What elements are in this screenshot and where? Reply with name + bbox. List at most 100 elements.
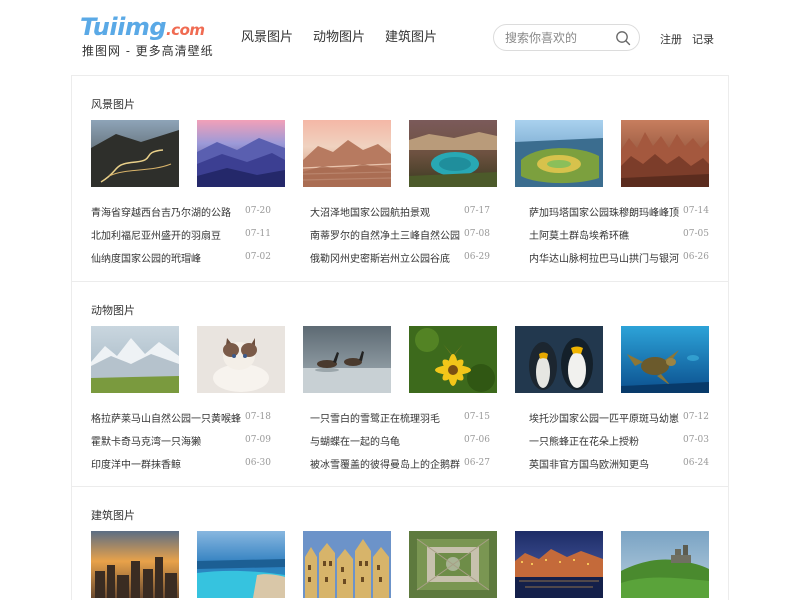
thumb-row (91, 531, 709, 598)
news-item[interactable]: 北加利福尼亚州盛开的羽扇豆 07-11 (91, 226, 271, 242)
news-date: 06-27 (464, 458, 490, 468)
news-item[interactable]: 仙纳度国家公园的玳瑁峰 07-02 (91, 249, 271, 265)
photo-thumbnail[interactable] (197, 326, 285, 393)
news-date: 07-09 (245, 435, 271, 445)
thumb-row (91, 326, 709, 393)
section-title[interactable]: 动物图片 (91, 302, 135, 318)
news-title[interactable]: 埃托沙国家公园一匹平原斑马幼崽 (529, 410, 679, 425)
news-date: 07-02 (245, 252, 271, 262)
news-item[interactable]: 土阿莫土群岛埃希环礁 07-05 (529, 226, 709, 242)
news-title[interactable]: 俄勒冈州史密斯岩州立公园谷底 (310, 250, 450, 265)
photo-thumbnail[interactable] (409, 326, 497, 393)
news-title[interactable]: 霍默卡奇马克湾一只海獭 (91, 433, 201, 448)
news-title[interactable]: 北加利福尼亚州盛开的羽扇豆 (91, 227, 221, 242)
section-scenery: 风景图片 青海省穿越西台吉乃尔湖的公路 07-20 大沼泽地国家公园航拍景观 0… (72, 76, 728, 281)
news-title[interactable]: 萨加玛塔国家公园珠穆朗玛峰峰顶 (529, 204, 679, 219)
photo-thumbnail[interactable] (91, 326, 179, 393)
news-title[interactable]: 内华达山脉柯拉巴马山拱门与银河 (529, 250, 679, 265)
news-item[interactable]: 一只雪白的雪鹭正在梳理羽毛 07-15 (310, 409, 490, 425)
site-logo[interactable]: Tuiimg.com 推图网 - 更多高清壁纸 (80, 13, 213, 61)
auth-links: 注册 记录 (660, 31, 714, 47)
news-date: 07-08 (464, 229, 490, 239)
nav-item-scenery[interactable]: 风景图片 (241, 29, 293, 45)
nav-item-architecture[interactable]: 建筑图片 (385, 29, 437, 45)
section-title[interactable]: 建筑图片 (91, 507, 135, 523)
photo-thumbnail[interactable] (303, 531, 391, 598)
news-title[interactable]: 与蝴蝶在一起的乌龟 (310, 433, 400, 448)
news-title[interactable]: 印度洋中一群抹香鲸 (91, 456, 181, 471)
news-title[interactable]: 被冰雪覆盖的彼得曼岛上的企鹅群 (310, 456, 460, 471)
logo-wordmark: Tuiimg.com (80, 13, 205, 41)
news-title[interactable]: 土阿莫土群岛埃希环礁 (529, 227, 629, 242)
news-item[interactable]: 英国非官方国鸟欧洲知更鸟 06-24 (529, 455, 709, 471)
login-link[interactable]: 记录 (692, 31, 714, 47)
news-title[interactable]: 大沼泽地国家公园航拍景观 (310, 204, 430, 219)
news-date: 07-05 (683, 229, 709, 239)
search-icon[interactable] (615, 30, 631, 46)
news-item[interactable]: 印度洋中一群抹香鲸 06-30 (91, 455, 271, 471)
news-item[interactable]: 内华达山脉柯拉巴马山拱门与银河 06-26 (529, 249, 709, 265)
photo-thumbnail[interactable] (197, 120, 285, 187)
photo-thumbnail[interactable] (515, 531, 603, 598)
news-date: 07-20 (245, 206, 271, 216)
news-date: 06-30 (245, 458, 271, 468)
photo-thumbnail[interactable] (91, 531, 179, 598)
news-date: 07-03 (683, 435, 709, 445)
site-header: Tuiimg.com 推图网 - 更多高清壁纸 风景图片 动物图片 建筑图片 注… (0, 0, 800, 75)
logo-suffix-text: .com (166, 21, 205, 39)
news-item[interactable]: 大沼泽地国家公园航拍景观 07-17 (310, 203, 490, 219)
photo-thumbnail[interactable] (515, 326, 603, 393)
news-date: 06-26 (683, 252, 709, 262)
news-date: 07-18 (245, 412, 271, 422)
main-nav: 风景图片 动物图片 建筑图片 (241, 29, 437, 45)
news-date: 06-29 (464, 252, 490, 262)
news-item[interactable]: 被冰雪覆盖的彼得曼岛上的企鹅群 06-27 (310, 455, 490, 471)
news-item[interactable]: 萨加玛塔国家公园珠穆朗玛峰峰顶 07-14 (529, 203, 709, 219)
search-box (493, 24, 640, 51)
section-architecture: 建筑图片 (72, 486, 728, 600)
news-item[interactable]: 埃托沙国家公园一匹平原斑马幼崽 07-12 (529, 409, 709, 425)
section-animals: 动物图片 格拉萨莱马山自然公园一只黄喉蜂虎 07-18 一只雪白的雪鹭正在梳理羽… (72, 281, 728, 486)
logo-main-text: Tuiimg (80, 13, 167, 41)
news-item[interactable]: 与蝴蝶在一起的乌龟 07-06 (310, 432, 490, 448)
photo-thumbnail[interactable] (621, 120, 709, 187)
news-date: 07-17 (464, 206, 490, 216)
news-item[interactable]: 格拉萨莱马山自然公园一只黄喉蜂虎 07-18 (91, 409, 271, 425)
news-title[interactable]: 格拉萨莱马山自然公园一只黄喉蜂虎 (91, 410, 241, 425)
news-title[interactable]: 仙纳度国家公园的玳瑁峰 (91, 250, 201, 265)
photo-thumbnail[interactable] (409, 531, 497, 598)
news-title[interactable]: 一只熊蜂正在花朵上授粉 (529, 433, 639, 448)
content-panel: 风景图片 青海省穿越西台吉乃尔湖的公路 07-20 大沼泽地国家公园航拍景观 0… (71, 75, 729, 600)
news-date: 07-14 (683, 206, 709, 216)
photo-thumbnail[interactable] (621, 326, 709, 393)
news-date: 07-15 (464, 412, 490, 422)
photo-thumbnail[interactable] (197, 531, 285, 598)
nav-item-animals[interactable]: 动物图片 (313, 29, 365, 45)
news-title[interactable]: 英国非官方国鸟欧洲知更鸟 (529, 456, 649, 471)
register-link[interactable]: 注册 (660, 31, 682, 47)
news-date: 07-12 (683, 412, 709, 422)
section-title[interactable]: 风景图片 (91, 96, 135, 112)
photo-thumbnail[interactable] (409, 120, 497, 187)
news-item[interactable]: 一只熊蜂正在花朵上授粉 07-03 (529, 432, 709, 448)
photo-thumbnail[interactable] (91, 120, 179, 187)
news-title[interactable]: 一只雪白的雪鹭正在梳理羽毛 (310, 410, 440, 425)
news-title[interactable]: 青海省穿越西台吉乃尔湖的公路 (91, 204, 231, 219)
photo-thumbnail[interactable] (515, 120, 603, 187)
news-item[interactable]: 俄勒冈州史密斯岩州立公园谷底 06-29 (310, 249, 490, 265)
photo-thumbnail[interactable] (621, 531, 709, 598)
news-date: 07-06 (464, 435, 490, 445)
news-item[interactable]: 青海省穿越西台吉乃尔湖的公路 07-20 (91, 203, 271, 219)
search-input[interactable] (505, 30, 610, 46)
photo-thumbnail[interactable] (303, 326, 391, 393)
news-list: 格拉萨莱马山自然公园一只黄喉蜂虎 07-18 一只雪白的雪鹭正在梳理羽毛 07-15… (91, 409, 711, 471)
news-title[interactable]: 南蒂罗尔的自然净土三峰自然公园 (310, 227, 460, 242)
photo-thumbnail[interactable] (303, 120, 391, 187)
news-list: 青海省穿越西台吉乃尔湖的公路 07-20 大沼泽地国家公园航拍景观 07-17 萨加… (91, 203, 711, 265)
news-date: 06-24 (683, 458, 709, 468)
news-date: 07-11 (245, 229, 271, 239)
news-item[interactable]: 霍默卡奇马克湾一只海獭 07-09 (91, 432, 271, 448)
news-item[interactable]: 南蒂罗尔的自然净土三峰自然公园 07-08 (310, 226, 490, 242)
thumb-row (91, 120, 709, 187)
logo-tagline: 推图网 - 更多高清壁纸 (82, 44, 214, 58)
